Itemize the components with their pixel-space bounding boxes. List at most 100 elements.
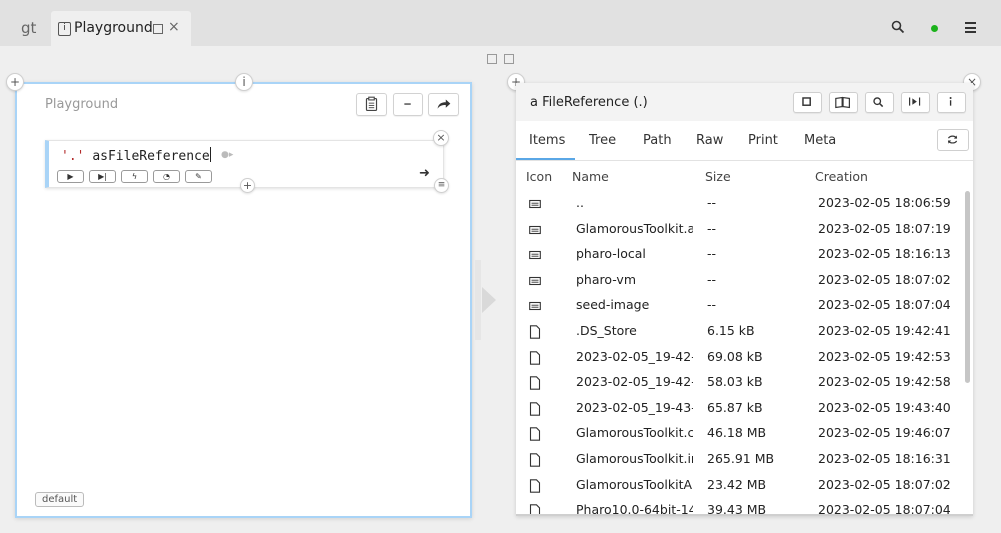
- remove-snippet-icon[interactable]: ×: [433, 130, 449, 146]
- share-button[interactable]: [428, 93, 459, 116]
- snippet-menu-icon[interactable]: ≡: [434, 178, 449, 193]
- file-name: .DS_Store: [576, 323, 637, 338]
- clipboard-button[interactable]: [356, 93, 387, 116]
- table-row[interactable]: 2023-02-05_19-42-58 58.03 kB 2023-02-05 19…: [516, 370, 966, 395]
- edit-button[interactable]: ✎: [185, 170, 212, 183]
- file-size: 69.08 kB: [707, 348, 763, 364]
- profile-button[interactable]: ◔: [153, 170, 180, 183]
- file-creation-date: 2023-02-05 18:07:04: [818, 297, 951, 313]
- playground-icon: i: [58, 22, 71, 36]
- file-creation-date: 2023-02-05 19:43:40: [818, 399, 951, 415]
- pane-resize-handle[interactable]: [475, 260, 481, 340]
- file-name: pharo-vm: [576, 271, 637, 287]
- table-row[interactable]: GlamorousToolkit.image 265.91 MB 2023-02-0…: [516, 447, 966, 472]
- close-tab-icon[interactable]: ×: [168, 19, 180, 35]
- table-row[interactable]: seed-image -- 2023-02-05 18:07:04: [516, 293, 966, 318]
- file-creation-date: 2023-02-05 19:42:53: [818, 348, 951, 364]
- add-left-icon[interactable]: +: [6, 73, 24, 91]
- info-icon: [949, 96, 952, 106]
- play-inspect-icon: ▶|: [98, 172, 107, 181]
- file-icon: [529, 324, 541, 339]
- tab-items[interactable]: Items: [529, 133, 565, 148]
- refresh-button[interactable]: [937, 129, 969, 151]
- inspector-tabs: Items Tree Path Raw Print Meta: [516, 121, 973, 161]
- file-name: ..: [576, 195, 584, 210]
- info-icon[interactable]: i: [235, 73, 253, 91]
- search-button[interactable]: [865, 92, 894, 113]
- table-row[interactable]: pharo-local -- 2023-02-05 18:16:13: [516, 242, 966, 267]
- vertical-scrollbar[interactable]: [965, 191, 970, 383]
- horizontal-scrollbar[interactable]: [516, 514, 973, 516]
- maximize-icon[interactable]: [153, 24, 163, 34]
- table-row[interactable]: .. -- 2023-02-05 18:06:59: [516, 191, 966, 216]
- folder-icon: [529, 273, 541, 287]
- code-editor[interactable]: '.' asFileReference: [61, 147, 211, 164]
- search-icon: [873, 97, 884, 108]
- tab-raw[interactable]: Raw: [696, 133, 723, 148]
- folder-icon: [529, 222, 541, 236]
- add-snippet-icon[interactable]: +: [240, 178, 255, 193]
- play-inspect-button[interactable]: ▶|: [89, 170, 116, 183]
- refresh-icon: [947, 135, 958, 144]
- file-icon: [529, 401, 541, 416]
- file-creation-date: 2023-02-05 18:16:31: [818, 451, 951, 466]
- table-row[interactable]: GlamorousToolkit.app -- 2023-02-05 18:07:1…: [516, 217, 966, 242]
- book-button[interactable]: [829, 92, 858, 113]
- search-icon[interactable]: [891, 20, 905, 34]
- active-tab-indicator: [516, 158, 575, 160]
- tab-meta[interactable]: Meta: [804, 133, 836, 148]
- clipboard-icon: [365, 96, 378, 112]
- page-indicator-icon[interactable]: [504, 54, 514, 64]
- file-name: 2023-02-05_19-43-37: [576, 399, 693, 415]
- file-size: 46.18 MB: [707, 425, 767, 441]
- remove-button[interactable]: [393, 93, 423, 116]
- page-indicator-icon[interactable]: [487, 54, 497, 64]
- column-header-icon: Icon: [526, 169, 553, 184]
- expand-arrow-icon[interactable]: [482, 287, 496, 313]
- pencil-icon: ✎: [195, 172, 202, 181]
- status-badge: default: [35, 492, 85, 507]
- table-row[interactable]: 2023-02-05_19-42-53 69.08 kB 2023-02-05 19…: [516, 345, 966, 370]
- file-name: seed-image: [576, 297, 650, 313]
- file-creation-date: 2023-02-05 18:07:02: [818, 271, 951, 287]
- tab-label: Playground: [74, 20, 153, 36]
- table-row[interactable]: pharo-vm -- 2023-02-05 18:07:02: [516, 268, 966, 293]
- file-creation-date: 2023-02-05 18:07:19: [818, 220, 951, 236]
- file-icon: [529, 350, 541, 365]
- result-arrow-icon[interactable]: ➜: [419, 166, 430, 181]
- play-inspect-button[interactable]: [901, 92, 930, 113]
- tab-playground[interactable]: i Playground ×: [51, 11, 191, 46]
- info-button[interactable]: [937, 92, 966, 113]
- tab-path[interactable]: Path: [643, 133, 672, 148]
- tab-print[interactable]: Print: [748, 133, 778, 148]
- file-name: GlamorousToolkit.image: [576, 451, 693, 466]
- column-header-name: Name: [572, 169, 609, 184]
- square-icon: [802, 97, 811, 106]
- file-name: 2023-02-05_19-42-58: [576, 374, 693, 390]
- lightning-icon: ϟ: [131, 172, 138, 181]
- table-row[interactable]: .DS_Store 6.15 kB 2023-02-05 19:42:41: [516, 319, 966, 344]
- file-size: 65.87 kB: [707, 399, 763, 415]
- table-row[interactable]: GlamorousToolkit.changes 46.18 MB 2023-02-…: [516, 421, 966, 446]
- table-row[interactable]: 2023-02-05_19-43-37 65.87 kB 2023-02-05 19…: [516, 396, 966, 421]
- debug-button[interactable]: ϟ: [121, 170, 148, 183]
- folder-icon: [529, 247, 541, 261]
- gt-logo[interactable]: gt: [21, 19, 36, 37]
- hamburger-menu-icon[interactable]: [965, 22, 976, 33]
- file-icon: [529, 478, 541, 493]
- maximize-button[interactable]: [793, 92, 822, 113]
- play-icon: ▶: [67, 172, 74, 181]
- table-row[interactable]: GlamorousToolkitApp 23.42 MB 2023-02-05 18…: [516, 473, 966, 498]
- file-creation-date: 2023-02-05 18:06:59: [818, 195, 951, 210]
- file-creation-date: 2023-02-05 19:42:58: [818, 374, 951, 390]
- play-button[interactable]: ▶: [57, 170, 84, 183]
- file-name: GlamorousToolkit.app: [576, 220, 693, 236]
- minus-icon: [404, 103, 411, 105]
- tab-tree[interactable]: Tree: [589, 133, 616, 148]
- share-arrow-icon: [437, 99, 451, 109]
- file-size: --: [707, 246, 717, 262]
- column-header-size: Size: [705, 169, 731, 184]
- top-bar: gt i Playground ×: [0, 0, 1001, 46]
- file-size: --: [707, 220, 717, 236]
- page-title: Playground: [45, 97, 119, 112]
